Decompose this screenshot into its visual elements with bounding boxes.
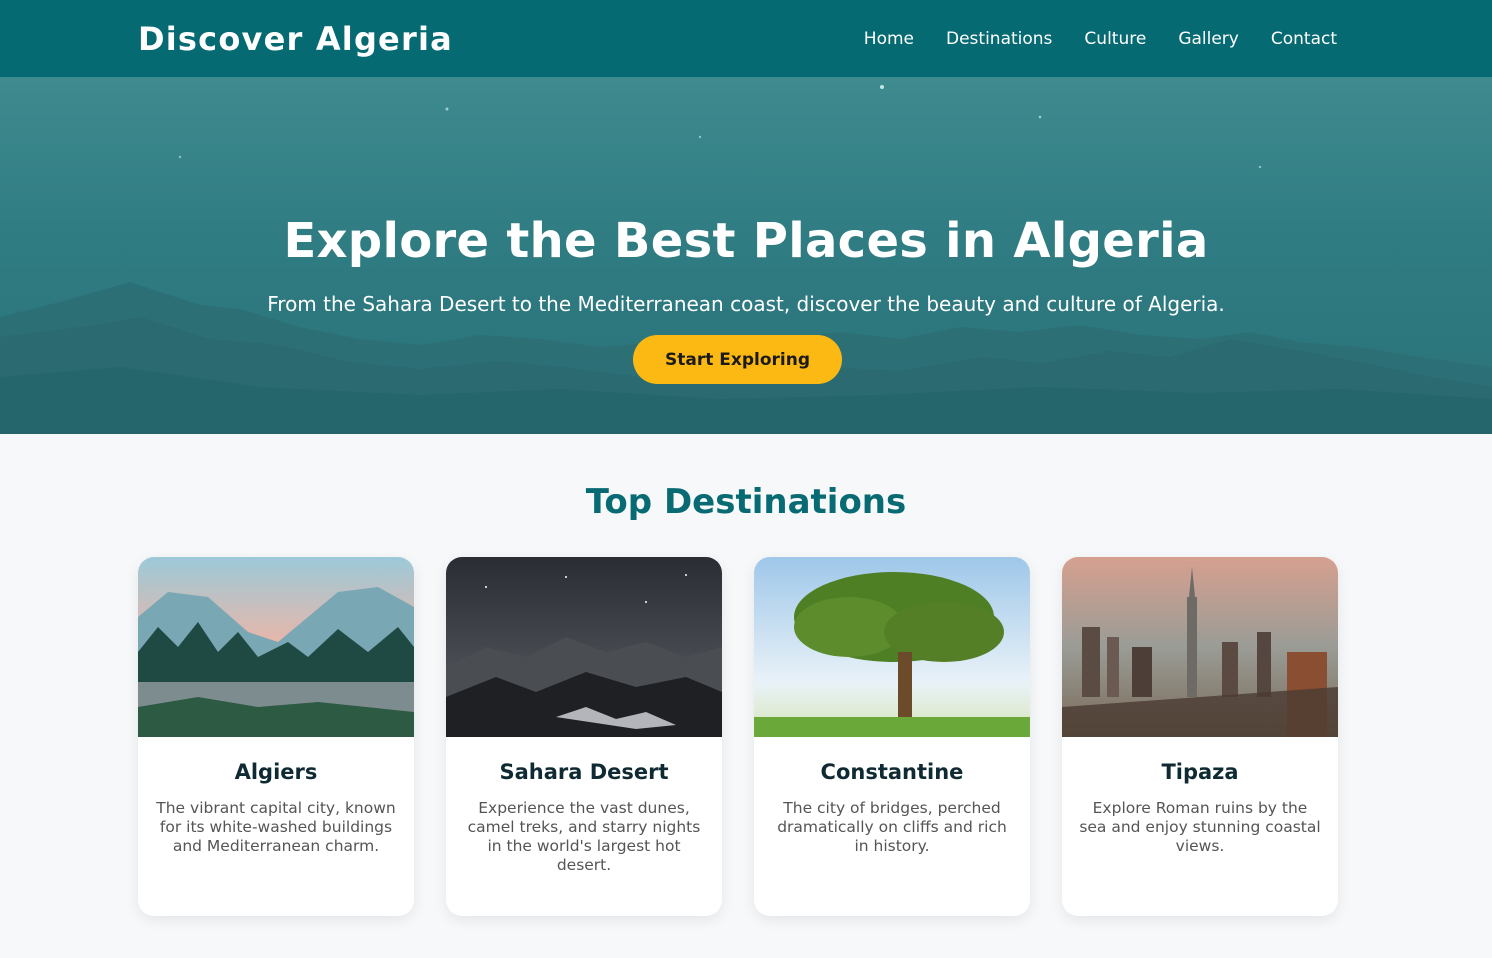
nav-culture[interactable]: Culture [1084,29,1146,49]
card-description: Explore Roman ruins by the sea and enjoy… [1079,799,1321,855]
destination-card-constantine[interactable]: Constantine The city of bridges, perched… [754,557,1030,916]
start-exploring-button[interactable]: Start Exploring [633,335,842,384]
card-title: Sahara Desert [499,760,669,784]
hero-title: Explore the Best Places in Algeria [283,213,1209,269]
section-title: Top Destinations [585,482,907,522]
nav-destinations[interactable]: Destinations [946,29,1052,49]
hero-content: Explore the Best Places in Algeria From … [0,77,1492,434]
nav-gallery[interactable]: Gallery [1178,29,1239,49]
card-description: The vibrant capital city, known for its … [156,799,396,855]
site-logo[interactable]: Discover Algeria [138,20,453,58]
sahara-night-mountains-image [446,557,722,737]
algiers-landscape-image [138,557,414,737]
destination-card-sahara[interactable]: Sahara Desert Experience the vast dunes,… [446,557,722,916]
card-description: Experience the vast dunes, camel treks, … [467,799,701,874]
main-nav: Home Destinations Culture Gallery Contac… [864,29,1337,49]
card-title: Algiers [234,760,318,784]
card-title: Constantine [820,760,964,784]
constantine-tree-image [754,557,1030,737]
nav-home[interactable]: Home [864,29,914,49]
nav-contact[interactable]: Contact [1271,29,1337,49]
card-title: Tipaza [1161,760,1239,784]
site-header: Discover Algeria Home Destinations Cultu… [0,0,1492,77]
destination-card-algiers[interactable]: Algiers The vibrant capital city, known … [138,557,414,916]
hero-subtitle: From the Sahara Desert to the Mediterran… [267,292,1225,316]
destination-cards: Algiers The vibrant capital city, known … [138,557,1338,916]
hero-section: Explore the Best Places in Algeria From … [0,77,1492,434]
tipaza-city-image [1062,557,1338,737]
destination-card-tipaza[interactable]: Tipaza Explore Roman ruins by the sea an… [1062,557,1338,916]
card-description: The city of bridges, perched dramaticall… [777,799,1007,855]
